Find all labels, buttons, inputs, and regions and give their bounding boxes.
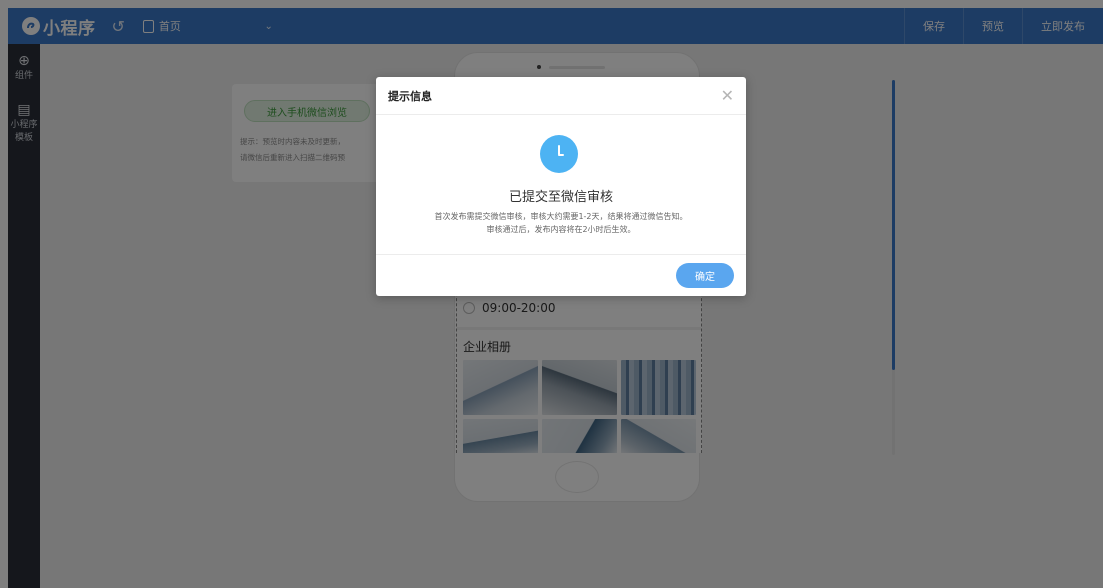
clock-icon	[540, 135, 578, 173]
confirm-button[interactable]: 确定	[676, 263, 734, 288]
info-dialog: 提示信息 ✕ 已提交至微信审核 首次发布需提交微信审核，审核大约需要1-2天，结…	[376, 77, 746, 296]
dialog-description: 首次发布需提交微信审核，审核大约需要1-2天，结果将通过微信告知。 审核通过后，…	[376, 210, 746, 236]
dialog-body: 已提交至微信审核 首次发布需提交微信审核，审核大约需要1-2天，结果将通过微信告…	[376, 115, 746, 255]
dialog-title: 提示信息	[388, 89, 432, 103]
dialog-description-line: 审核通过后，发布内容将在2小时后生效。	[486, 225, 636, 234]
dialog-header: 提示信息 ✕	[376, 77, 746, 115]
dialog-footer: 确定	[376, 255, 746, 295]
close-icon[interactable]: ✕	[721, 86, 734, 105]
dialog-heading: 已提交至微信审核	[508, 190, 613, 205]
dialog-description-line: 首次发布需提交微信审核，审核大约需要1-2天，结果将通过微信告知。	[434, 212, 688, 221]
